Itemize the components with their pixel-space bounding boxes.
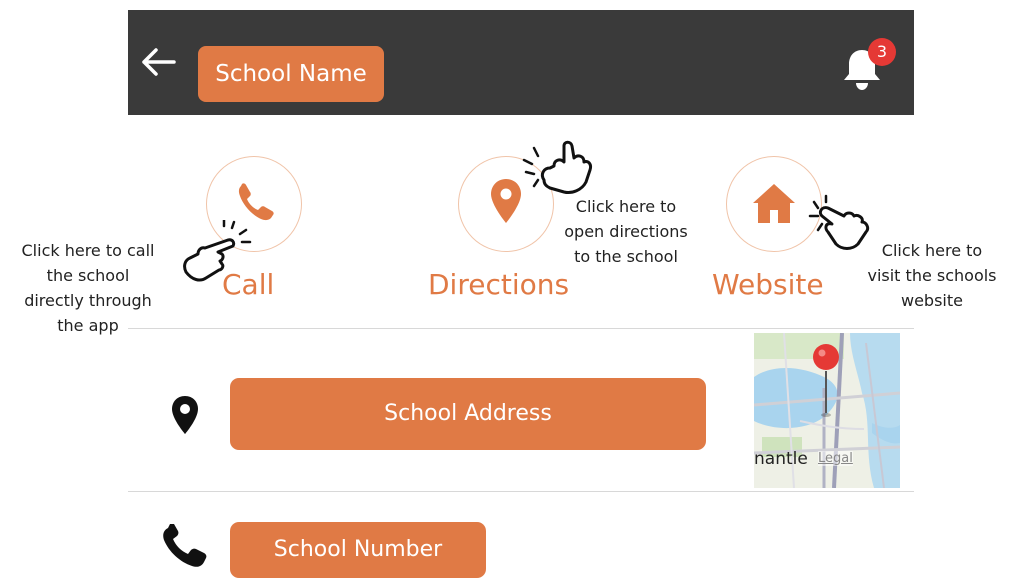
annotation-line: the app	[57, 316, 119, 335]
divider	[128, 491, 914, 492]
annotation-line: website	[901, 291, 963, 310]
directions-label[interactable]: Directions	[428, 268, 569, 301]
map-thumbnail[interactable]: nantle Legal	[754, 333, 900, 488]
school-name-button[interactable]: School Name	[198, 46, 384, 102]
back-arrow-icon[interactable]	[138, 46, 178, 78]
map-legal-link[interactable]: Legal	[818, 451, 853, 466]
location-pin-icon	[172, 396, 198, 434]
school-number-button[interactable]: School Number	[230, 522, 486, 578]
annotation-line: Click here to	[881, 241, 983, 260]
pointing-hand-icon	[522, 140, 592, 194]
home-icon	[753, 184, 795, 223]
map-place-label: nantle	[754, 449, 808, 469]
website-annotation: Click here to visit the schools website	[852, 238, 1010, 313]
annotation-line: visit the schools	[867, 266, 997, 285]
phone-icon	[163, 524, 207, 567]
notification-badge: 3	[868, 38, 896, 66]
annotation-line: Click here to	[575, 197, 677, 216]
app-header: School Name 3	[128, 10, 914, 115]
pointing-hand-icon	[183, 220, 252, 282]
directions-annotation: Click here to open directions to the sch…	[546, 194, 706, 269]
call-annotation: Click here to call the school directly t…	[6, 238, 170, 338]
annotation-line: open directions	[564, 222, 688, 241]
annotation-line: to the school	[574, 247, 678, 266]
annotation-line: directly through	[24, 291, 152, 310]
annotation-line: Click here to call	[21, 241, 155, 260]
annotation-line: the school	[46, 266, 130, 285]
website-label[interactable]: Website	[712, 268, 824, 301]
school-address-button[interactable]: School Address	[230, 378, 706, 450]
divider	[128, 328, 914, 329]
